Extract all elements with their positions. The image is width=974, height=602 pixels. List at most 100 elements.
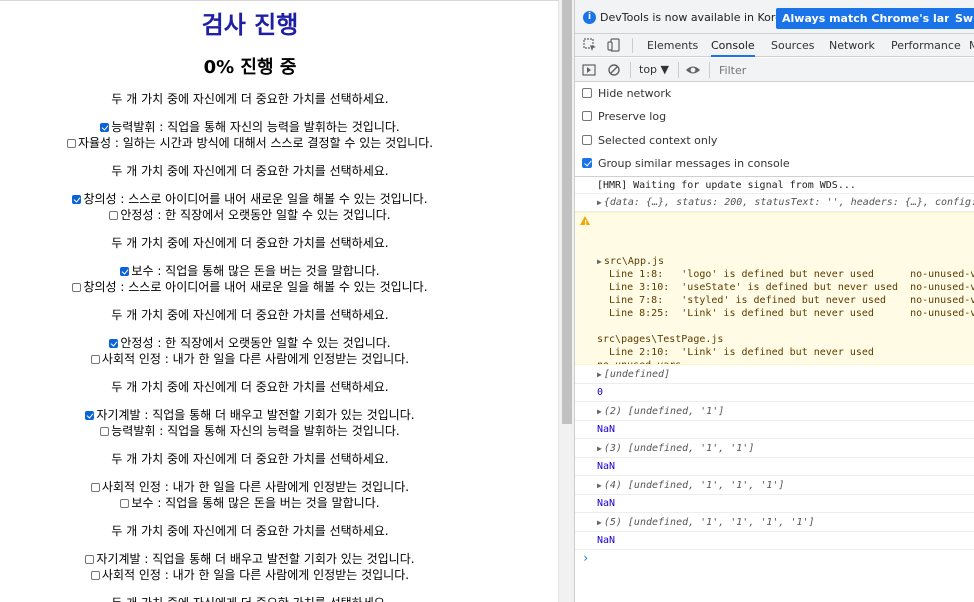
- answer-label: 보수 : 직업을 통해 많은 돈을 버는 것을 말합니다.: [131, 496, 380, 510]
- array-text: (2) [undefined, '1']: [603, 406, 725, 417]
- context-select[interactable]: top ▼: [639, 63, 669, 76]
- scrollbar-thumb[interactable]: [562, 0, 572, 424]
- device-toolbar-icon[interactable]: [607, 38, 621, 52]
- answer-option[interactable]: 자기계발 : 직업을 통해 더 배우고 발전할 기회가 있는 것입니다.: [0, 551, 500, 567]
- answer-option[interactable]: 사회적 인정 : 내가 한 일을 다른 사람에게 인정받는 것입니다.: [0, 479, 500, 495]
- answer-checkbox[interactable]: [109, 339, 119, 348]
- question-prompt: 두 개 가치 중에 자신에게 더 중요한 가치를 선택하세요.: [111, 524, 389, 538]
- console-array-log[interactable]: ▶ (4) [undefined, '1', '1', '1']: [575, 476, 974, 495]
- setting-label: Preserve log: [598, 110, 667, 123]
- answer-checkbox[interactable]: [85, 555, 95, 564]
- answer-option[interactable]: 자율성 : 일하는 시간과 방식에 대해서 스스로 결정할 수 있는 것입니다.: [0, 135, 500, 151]
- answer-option[interactable]: 사회적 인정 : 내가 한 일을 다른 사람에게 인정받는 것입니다.: [0, 351, 500, 367]
- inspect-element-icon[interactable]: [583, 38, 597, 52]
- expand-triangle-icon[interactable]: ▶: [597, 518, 602, 527]
- answer-checkbox[interactable]: [66, 139, 76, 148]
- answer-label: 안정성 : 한 직장에서 오랫동안 일할 수 있는 것입니다.: [120, 336, 391, 350]
- console-prompt[interactable]: ›: [575, 550, 974, 566]
- live-expression-eye-icon[interactable]: [685, 63, 700, 77]
- console-array-log[interactable]: ▶ (3) [undefined, '1', '1']: [575, 439, 974, 458]
- console-array-logs: ▶ [undefined] 0 ▶ (2) [undefined, '1'] NaN ▶ (3…: [575, 365, 974, 550]
- setting-hide-network[interactable]: Hide network: [582, 85, 671, 103]
- question-block: 두 개 가치 중에 자신에게 더 중요한 가치를 선택하세요. 자기계발 : 직업…: [0, 379, 500, 439]
- console-warning[interactable]: ! ▶ src\App.js Line 1:8: 'logo' is define…: [575, 212, 974, 365]
- question-block: 두 개 가치 중에 자신에게 더 중요한 가치를 선택하세요. 안정성 : 한 직…: [0, 307, 500, 367]
- answer-option[interactable]: 능력발휘 : 직업을 통해 자신의 능력을 발휘하는 것입니다.: [0, 423, 500, 439]
- answer-option[interactable]: 자기계발 : 직업을 통해 더 배우고 발전할 기회가 있는 것입니다.: [0, 407, 500, 423]
- setting-group-similar[interactable]: Group similar messages in console: [582, 155, 790, 173]
- answer-checkbox[interactable]: [72, 283, 82, 292]
- answer-option[interactable]: 보수 : 직업을 통해 많은 돈을 버는 것을 말합니다.: [0, 495, 500, 511]
- answer-checkbox[interactable]: [120, 499, 130, 508]
- setting-selected-context[interactable]: Selected context only: [582, 132, 717, 150]
- page-scrollbar[interactable]: [558, 0, 574, 602]
- answer-checkbox[interactable]: [100, 427, 110, 436]
- expand-triangle-icon[interactable]: ▶: [597, 370, 602, 379]
- answer-label: 창의성 : 스스로 아이디어를 내어 새로운 일을 해볼 수 있는 것입니다.: [83, 280, 428, 294]
- answer-option[interactable]: 안정성 : 한 직장에서 오랫동안 일할 수 있는 것입니다.: [0, 335, 500, 351]
- expand-triangle-icon[interactable]: ▶: [597, 481, 602, 490]
- tab-memory[interactable]: M: [969, 34, 974, 57]
- tab-elements[interactable]: Elements: [647, 34, 698, 57]
- question-prompt: 두 개 가치 중에 자신에게 더 중요한 가치를 선택하세요.: [111, 164, 389, 178]
- tab-network[interactable]: Network: [829, 34, 875, 57]
- tab-sources[interactable]: Sources: [771, 34, 815, 57]
- answer-option[interactable]: 능력발휘 : 직업을 통해 자신의 능력을 발휘하는 것입니다.: [0, 119, 500, 135]
- answer-option[interactable]: 창의성 : 스스로 아이디어를 내어 새로운 일을 해볼 수 있는 것입니다.: [0, 279, 500, 295]
- progress-text: 0% 진행 중: [203, 57, 297, 78]
- console-toolbar: top ▼: [575, 58, 974, 82]
- question-block: 두 개 가치 중에 자신에게 더 중요한 가치를 선택하세요. 창의성 : 스스로…: [0, 163, 500, 223]
- preserve-log-checkbox[interactable]: [582, 111, 592, 121]
- question-prompt: 두 개 가치 중에 자신에게 더 중요한 가치를 선택하세요.: [111, 308, 389, 322]
- selected-context-checkbox[interactable]: [582, 135, 592, 145]
- clear-console-icon[interactable]: [607, 63, 621, 77]
- warning-line: Line 2:10: 'Link' is defined but never u…: [597, 347, 874, 358]
- group-similar-checkbox[interactable]: [582, 158, 592, 168]
- hide-network-checkbox[interactable]: [582, 88, 592, 98]
- warning-file[interactable]: src\App.js: [604, 256, 664, 267]
- console-log-response[interactable]: ▶ {data: {…}, status: 200, statusText: ''…: [575, 194, 974, 212]
- warning-bang-icon: !: [584, 219, 588, 227]
- answer-option[interactable]: 사회적 인정 : 내가 한 일을 다른 사람에게 인정받는 것입니다.: [0, 567, 500, 583]
- filter-input[interactable]: [715, 61, 974, 79]
- setting-preserve-log[interactable]: Preserve log: [582, 108, 666, 126]
- answer-checkbox[interactable]: [72, 195, 82, 204]
- answer-option[interactable]: 보수 : 직업을 통해 많은 돈을 버는 것을 말합니다.: [0, 263, 500, 279]
- sidebar-toggle-icon[interactable]: [582, 63, 596, 77]
- switch-language-button[interactable]: Swi: [949, 8, 974, 29]
- warning-line: Line 7:8: 'styled' is defined but never …: [597, 295, 974, 306]
- answer-option[interactable]: 안정성 : 한 직장에서 오랫동안 일할 수 있는 것입니다.: [0, 207, 500, 223]
- console-array-log[interactable]: ▶ (2) [undefined, '1']: [575, 402, 974, 421]
- console-log-hmr: [HMR] Waiting for update signal from WDS…: [575, 177, 974, 194]
- answer-checkbox[interactable]: [109, 211, 119, 220]
- answer-checkbox[interactable]: [120, 267, 130, 276]
- console-array-log[interactable]: ▶ [undefined]: [575, 365, 974, 384]
- console-result: NaN: [575, 421, 974, 439]
- tab-performance[interactable]: Performance: [891, 34, 961, 57]
- answer-checkbox[interactable]: [90, 483, 100, 492]
- setting-label: Selected context only: [598, 134, 718, 147]
- answer-checkbox[interactable]: [100, 123, 110, 132]
- setting-label: Group similar messages in console: [598, 157, 790, 170]
- toolbar-separator: [630, 62, 631, 78]
- console-output: [HMR] Waiting for update signal from WDS…: [575, 177, 974, 602]
- answer-checkbox[interactable]: [90, 571, 100, 580]
- tabbar-separator: [632, 38, 633, 53]
- array-text: [undefined]: [603, 369, 671, 380]
- answer-checkbox[interactable]: [85, 411, 95, 420]
- match-language-button[interactable]: Always match Chrome's language: [776, 8, 974, 29]
- answer-label: 창의성 : 스스로 아이디어를 내어 새로운 일을 해볼 수 있는 것입니다.: [83, 192, 428, 206]
- answer-label: 능력발휘 : 직업을 통해 자신의 능력을 발휘하는 것입니다.: [111, 120, 400, 134]
- tab-console[interactable]: Console: [711, 34, 755, 57]
- expand-triangle-icon[interactable]: ▶: [597, 198, 602, 207]
- expand-triangle-icon[interactable]: ▶: [597, 257, 602, 266]
- answer-checkbox[interactable]: [90, 355, 100, 364]
- expand-triangle-icon[interactable]: ▶: [597, 444, 602, 453]
- answer-option[interactable]: 창의성 : 스스로 아이디어를 내어 새로운 일을 해볼 수 있는 것입니다.: [0, 191, 500, 207]
- console-array-log[interactable]: ▶ (5) [undefined, '1', '1', '1', '1']: [575, 513, 974, 532]
- expand-triangle-icon[interactable]: ▶: [597, 407, 602, 416]
